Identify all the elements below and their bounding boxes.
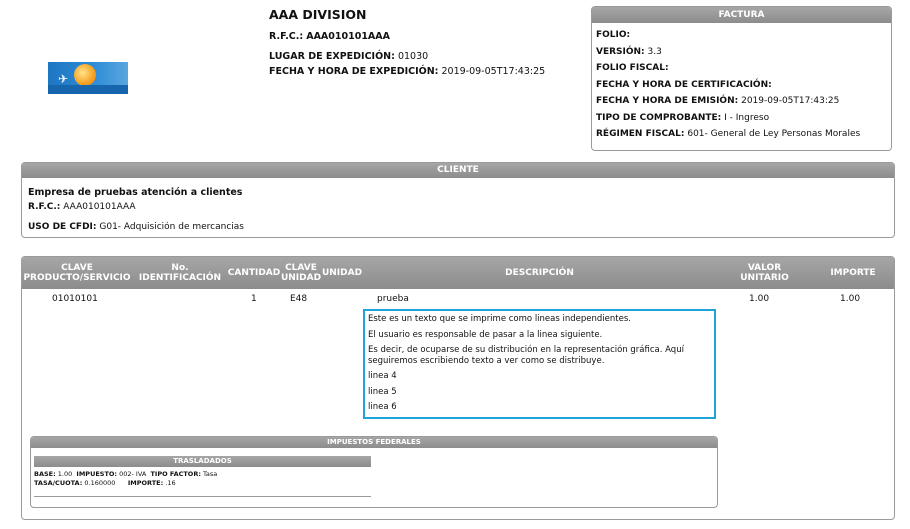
factor-value: Tasa (203, 470, 218, 478)
trasladados-divider (34, 496, 371, 497)
factura-title: FACTURA (592, 7, 891, 23)
emisor-nombre: AAA DIVISION (269, 7, 367, 22)
th-descripcion: DESCRIPCIÓN (505, 268, 574, 278)
emisor-lugar-value: 01030 (397, 51, 429, 62)
cliente-uso-value: G01- Adquisición de mercancias (99, 222, 244, 232)
trasladados-line-1: BASE: 1.00 IMPUESTO: 002- IVA TIPO FACTO… (34, 470, 217, 479)
emision-value: 2019-09-05T17:43:25 (741, 96, 840, 106)
impuesto-value: 002- IVA (119, 470, 147, 478)
tasa-label: TASA/CUOTA: (34, 479, 83, 487)
airplane-icon: ✈ (58, 72, 69, 86)
factura-regimen: RÉGIMEN FISCAL: 601- General de Ley Pers… (596, 126, 887, 143)
cliente-rfc-value: AAA010101AAA (63, 202, 136, 212)
cliente-panel: CLIENTE Empresa de pruebas atención a cl… (21, 162, 895, 238)
emisor-fecha-value: 2019-09-05T17:43:25 (441, 66, 546, 77)
folio-fiscal-label: FOLIO FISCAL: (596, 63, 669, 73)
th-clave-line1: CLAVE (61, 263, 93, 273)
trasladados-detail: BASE: 1.00 IMPUESTO: 002- IVA TIPO FACTO… (34, 470, 217, 488)
factura-certificacion: FECHA Y HORA DE CERTIFICACIÓN: (596, 77, 887, 94)
regimen-label: RÉGIMEN FISCAL: (596, 129, 685, 139)
th-valor-line2: UNITARIO (740, 273, 789, 283)
base-value: 1.00 (57, 470, 73, 478)
row-importe: 1.00 (840, 294, 861, 304)
certificacion-label: FECHA Y HORA DE CERTIFICACIÓN: (596, 79, 772, 90)
th-clave-unidad: CLAVE UNIDAD (280, 257, 322, 289)
impuestos-title: IMPUESTOS FEDERALES (31, 437, 717, 448)
imp-importe-label: IMPORTE: (127, 479, 164, 487)
th-clave-unidad-line2: UNIDAD (280, 273, 322, 283)
th-cantidad: CANTIDAD (227, 268, 281, 278)
desc-line: linea 4 (368, 371, 397, 381)
emisor-rfc-value: AAA010101AAA (306, 31, 390, 42)
factura-folio: FOLIO: (596, 27, 887, 44)
conceptos-panel: CLAVE PRODUCTO/SERVICIO No. IDENTIFICACIÓ… (21, 256, 895, 520)
emision-label: FECHA Y HORA DE EMISIÓN: (596, 96, 739, 106)
th-clave-line2: PRODUCTO/SERVICIO (23, 273, 131, 283)
th-clave-unidad-line1: CLAVE (285, 263, 317, 273)
tasa-value: 0.160000 (84, 479, 116, 487)
version-value: 3.3 (647, 46, 662, 57)
logo-hills (48, 85, 128, 94)
factura-rows: FOLIO: VERSIÓN: 3.3 FOLIO FISCAL: FECHA … (592, 23, 891, 143)
desc-line: seguiremos escribiendo texto a ver como … (368, 356, 605, 366)
imp-importe-value: .16 (165, 479, 176, 487)
th-importe: IMPORTE (830, 268, 876, 278)
factor-label: TIPO FACTOR: (150, 470, 201, 478)
desc-line: Este es un texto que se imprime como lin… (368, 314, 631, 324)
row-cantidad: 1 (251, 294, 257, 304)
version-label: VERSIÓN: (596, 46, 645, 57)
th-valor-line1: VALOR (747, 263, 782, 273)
row-clave: 01010101 (52, 294, 98, 304)
desc-line: El usuario es responsable de pasar a la … (368, 329, 603, 340)
trasladados-line-2: TASA/CUOTA: 0.160000 IMPORTE: .16 (34, 479, 217, 488)
factura-folio-fiscal: FOLIO FISCAL: (596, 60, 887, 77)
tipo-label: TIPO DE COMPROBANTE: (596, 112, 722, 123)
row-clave-unidad: E48 (290, 294, 308, 304)
emisor-fecha: FECHA Y HORA DE EXPEDICIÓN: 2019-09-05T1… (269, 63, 545, 80)
descripcion-lines-box: Este es un texto que se imprime como lin… (363, 309, 716, 419)
emisor-rfc-label: R.F.C.: (269, 31, 304, 42)
emisor-rfc: R.F.C.: AAA010101AAA (269, 28, 390, 45)
th-unidad: UNIDAD (321, 268, 363, 278)
cliente-uso-label: USO DE CFDI: (28, 222, 97, 232)
trasladados-title: TRASLADADOS (34, 456, 371, 467)
th-identificacion: No. IDENTIFICACIÓN (138, 263, 222, 283)
conceptos-header-row: CLAVE PRODUCTO/SERVICIO No. IDENTIFICACIÓ… (22, 257, 894, 289)
th-clave-producto: CLAVE PRODUCTO/SERVICIO (22, 257, 132, 289)
row-valor-unitario: 1.00 (749, 294, 770, 304)
tipo-value: I - Ingreso (724, 112, 770, 123)
company-logo: ✈ (48, 62, 128, 94)
cliente-uso: USO DE CFDI: G01- Adquisición de mercanc… (28, 222, 244, 232)
emisor-lugar-label: LUGAR DE EXPEDICIÓN: (269, 51, 395, 62)
th-valor-unitario: VALOR UNITARIO (717, 257, 812, 289)
cliente-rfc-label: R.F.C.: (28, 202, 61, 212)
cliente-nombre: Empresa de pruebas atención a clientes (28, 187, 243, 198)
factura-version: VERSIÓN: 3.3 (596, 44, 887, 61)
base-label: BASE: (34, 470, 56, 478)
factura-panel: FACTURA FOLIO: VERSIÓN: 3.3 FOLIO FISCAL… (591, 6, 892, 151)
cliente-rfc: R.F.C.: AAA010101AAA (28, 202, 136, 212)
regimen-value: 601- General de Ley Personas Morales (687, 129, 861, 139)
factura-tipo: TIPO DE COMPROBANTE: I - Ingreso (596, 110, 887, 127)
impuestos-panel: IMPUESTOS FEDERALES TRASLADADOS BASE: 1.… (30, 436, 718, 508)
emisor-fecha-label: FECHA Y HORA DE EXPEDICIÓN: (269, 66, 439, 77)
row-descripcion: prueba (377, 294, 409, 304)
desc-line: linea 5 (368, 386, 397, 397)
desc-line: linea 6 (368, 402, 397, 412)
cliente-title: CLIENTE (22, 163, 894, 178)
folio-label: FOLIO: (596, 30, 631, 40)
factura-emision: FECHA Y HORA DE EMISIÓN: 2019-09-05T17:4… (596, 93, 887, 110)
desc-line: Es decir, de ocuparse de su distribución… (368, 345, 684, 355)
sun-graphic (74, 64, 96, 86)
impuesto-label: IMPUESTO: (76, 470, 118, 478)
